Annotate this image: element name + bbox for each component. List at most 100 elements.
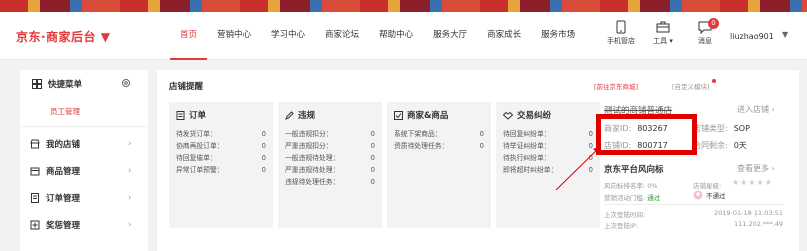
stat-row[interactable]: 待执行纠纷单： 0 — [503, 152, 593, 164]
stat-row[interactable]: 资质待处理任务： 0 — [394, 140, 484, 152]
order-icon — [31, 193, 39, 203]
stat-row[interactable]: 待回复纠纷单： 0 — [503, 128, 593, 140]
highlight-box — [596, 114, 697, 155]
messages-label: 消息 — [698, 37, 712, 45]
risk-rank-value: 0% — [647, 182, 658, 190]
chevron-right-icon: › — [128, 139, 132, 149]
shop-star-label: 店铺星级: — [693, 182, 722, 190]
shop-type: 店铺类型: SOP — [693, 123, 750, 134]
custom-module-link[interactable]: [自定义模块] — [672, 81, 710, 91]
sidebar-item-orders[interactable]: 订单管理 › — [20, 186, 148, 210]
nav-marketing[interactable]: 营销中心 — [207, 12, 261, 60]
star-rating: ★★★★★ — [732, 178, 773, 187]
handshake-icon — [503, 111, 513, 120]
nav-learning[interactable]: 学习中心 — [261, 12, 315, 60]
card-header: 交易纠纷 — [503, 109, 593, 121]
staff-management-link[interactable]: 员工管理 — [50, 106, 80, 117]
tools-label: 工具 ▾ — [653, 37, 673, 45]
stat-row[interactable]: 即将超时纠纷单： 0 — [503, 164, 593, 176]
award-icon — [30, 220, 40, 230]
stat-value: 0 — [370, 130, 375, 138]
stat-label: 资质待处理任务： — [394, 142, 449, 150]
stat-label: 一般违规待处理： — [285, 154, 340, 162]
stat-value: 0 — [370, 166, 375, 174]
nav-help[interactable]: 帮助中心 — [369, 12, 423, 60]
stat-label: 异常订单预警： — [176, 166, 224, 174]
main-panel: 店铺提醒 订单 待发货订单： 0 协商再投订单： 0 待回复催单： 0 异常订单预警：… — [157, 70, 799, 251]
header-tools: 手机管店 工具 ▾ 0 消息 — [600, 18, 726, 46]
divider — [604, 204, 784, 205]
enter-shop-link[interactable]: 进入店铺 › — [737, 104, 775, 115]
quick-menu-title: 快捷菜单 — [32, 78, 82, 90]
stat-row[interactable]: 一般违规待处理： 0 — [285, 152, 375, 164]
stat-value: 0 — [588, 166, 593, 174]
chevron-right-icon: › — [128, 220, 132, 230]
stat-value: 0 — [261, 142, 266, 150]
stat-value: 0 — [588, 130, 593, 138]
sidebar-item-products[interactable]: 商品管理 › — [20, 159, 148, 183]
contract-remaining: 合同剩余: 0天 — [693, 140, 747, 151]
store-icon — [394, 110, 403, 120]
stat-row[interactable]: 系统下架商品： 0 — [394, 128, 484, 140]
nav-forum[interactable]: 商家论坛 — [315, 12, 369, 60]
nav-home[interactable]: 首页 — [170, 12, 208, 60]
stat-row[interactable]: 异常订单预警： 0 — [176, 164, 266, 176]
last-login-time-label: 上次登陆时间: — [604, 211, 646, 219]
tools-button[interactable]: 工具 ▾ — [642, 20, 684, 46]
brand-logo[interactable]: 京东·商家后台 ▼ — [16, 28, 110, 45]
stat-value: 0 — [261, 166, 266, 174]
document-icon — [176, 110, 185, 120]
chevron-right-icon: › — [128, 166, 132, 176]
result-value: 不通过 — [706, 192, 726, 200]
stat-label: 协商再投订单： — [176, 142, 224, 150]
store-reminder-title: 店铺提醒 — [169, 82, 204, 92]
stat-row[interactable]: 一般违规扣分： 0 — [285, 128, 375, 140]
product-icon — [30, 167, 40, 176]
marketing-threshold-label: 营销活动门槛: — [604, 194, 646, 202]
stat-value: 0 — [370, 178, 375, 186]
sidebar-item-rewards-penalties[interactable]: 奖惩管理 › — [20, 213, 148, 237]
stat-row[interactable]: 协商再投订单： 0 — [176, 140, 266, 152]
stat-label: 严重违规待处理： — [285, 166, 340, 174]
stat-value: 0 — [588, 142, 593, 150]
stat-label: 严重违规扣分： — [285, 142, 333, 150]
card-header: 商家&商品 — [394, 109, 484, 121]
notification-dot — [712, 79, 716, 83]
mobile-store-button[interactable]: 手机管店 — [600, 20, 642, 46]
sidebar-item-my-shop[interactable]: 我的店铺 › — [20, 132, 148, 156]
stat-value: 0 — [479, 142, 484, 150]
last-login-time-value: 2019-01-18 11:03:51 — [714, 209, 784, 217]
stat-value: 0 — [370, 142, 375, 150]
stat-row[interactable]: 严重违规待处理： 0 — [285, 164, 375, 176]
stat-row[interactable]: 违规待处理任务： 0 — [285, 176, 375, 188]
result-status: 不通过 — [693, 190, 726, 200]
risk-rank: 风向标排名率: 0% — [604, 180, 658, 190]
stat-label: 待执行纠纷单： — [503, 154, 551, 162]
stat-label: 一般违规扣分： — [285, 130, 333, 138]
view-more-link[interactable]: 查看更多 › — [737, 163, 775, 174]
contract-value: 0天 — [733, 141, 747, 150]
avatar-icon — [693, 190, 703, 200]
card-header: 违规 — [285, 109, 375, 121]
stat-row[interactable]: 待回复催单： 0 — [176, 152, 266, 164]
main-nav: 首页 营销中心 学习中心 商家论坛 帮助中心 服务大厅 商家成长 服务市场 — [170, 12, 585, 60]
user-menu-caret[interactable]: ▼ — [782, 30, 788, 39]
nav-service-hall[interactable]: 服务大厅 — [423, 12, 477, 60]
shop-type-value: SOP — [733, 124, 750, 133]
nav-growth[interactable]: 商家成长 — [477, 12, 531, 60]
card-title: 违规 — [298, 111, 316, 121]
username[interactable]: liuzhao901 — [730, 32, 774, 41]
mobile-store-label: 手机管店 — [607, 37, 635, 45]
go-to-jd-mall-link[interactable]: [前往京东商城] — [594, 81, 638, 91]
stat-label: 待发货订单： — [176, 130, 217, 138]
messages-button[interactable]: 0 消息 — [684, 18, 726, 46]
nav-service-market[interactable]: 服务市场 — [531, 12, 585, 60]
toolbox-icon — [656, 21, 670, 33]
stat-value: 0 — [261, 130, 266, 138]
stat-row[interactable]: 待发货订单： 0 — [176, 128, 266, 140]
stat-row[interactable]: 严重违规扣分： 0 — [285, 140, 375, 152]
stat-value: 0 — [261, 154, 266, 162]
grid-icon — [32, 79, 42, 89]
stat-row[interactable]: 待举证纠纷单： 0 — [503, 140, 593, 152]
gear-icon[interactable] — [121, 78, 131, 88]
